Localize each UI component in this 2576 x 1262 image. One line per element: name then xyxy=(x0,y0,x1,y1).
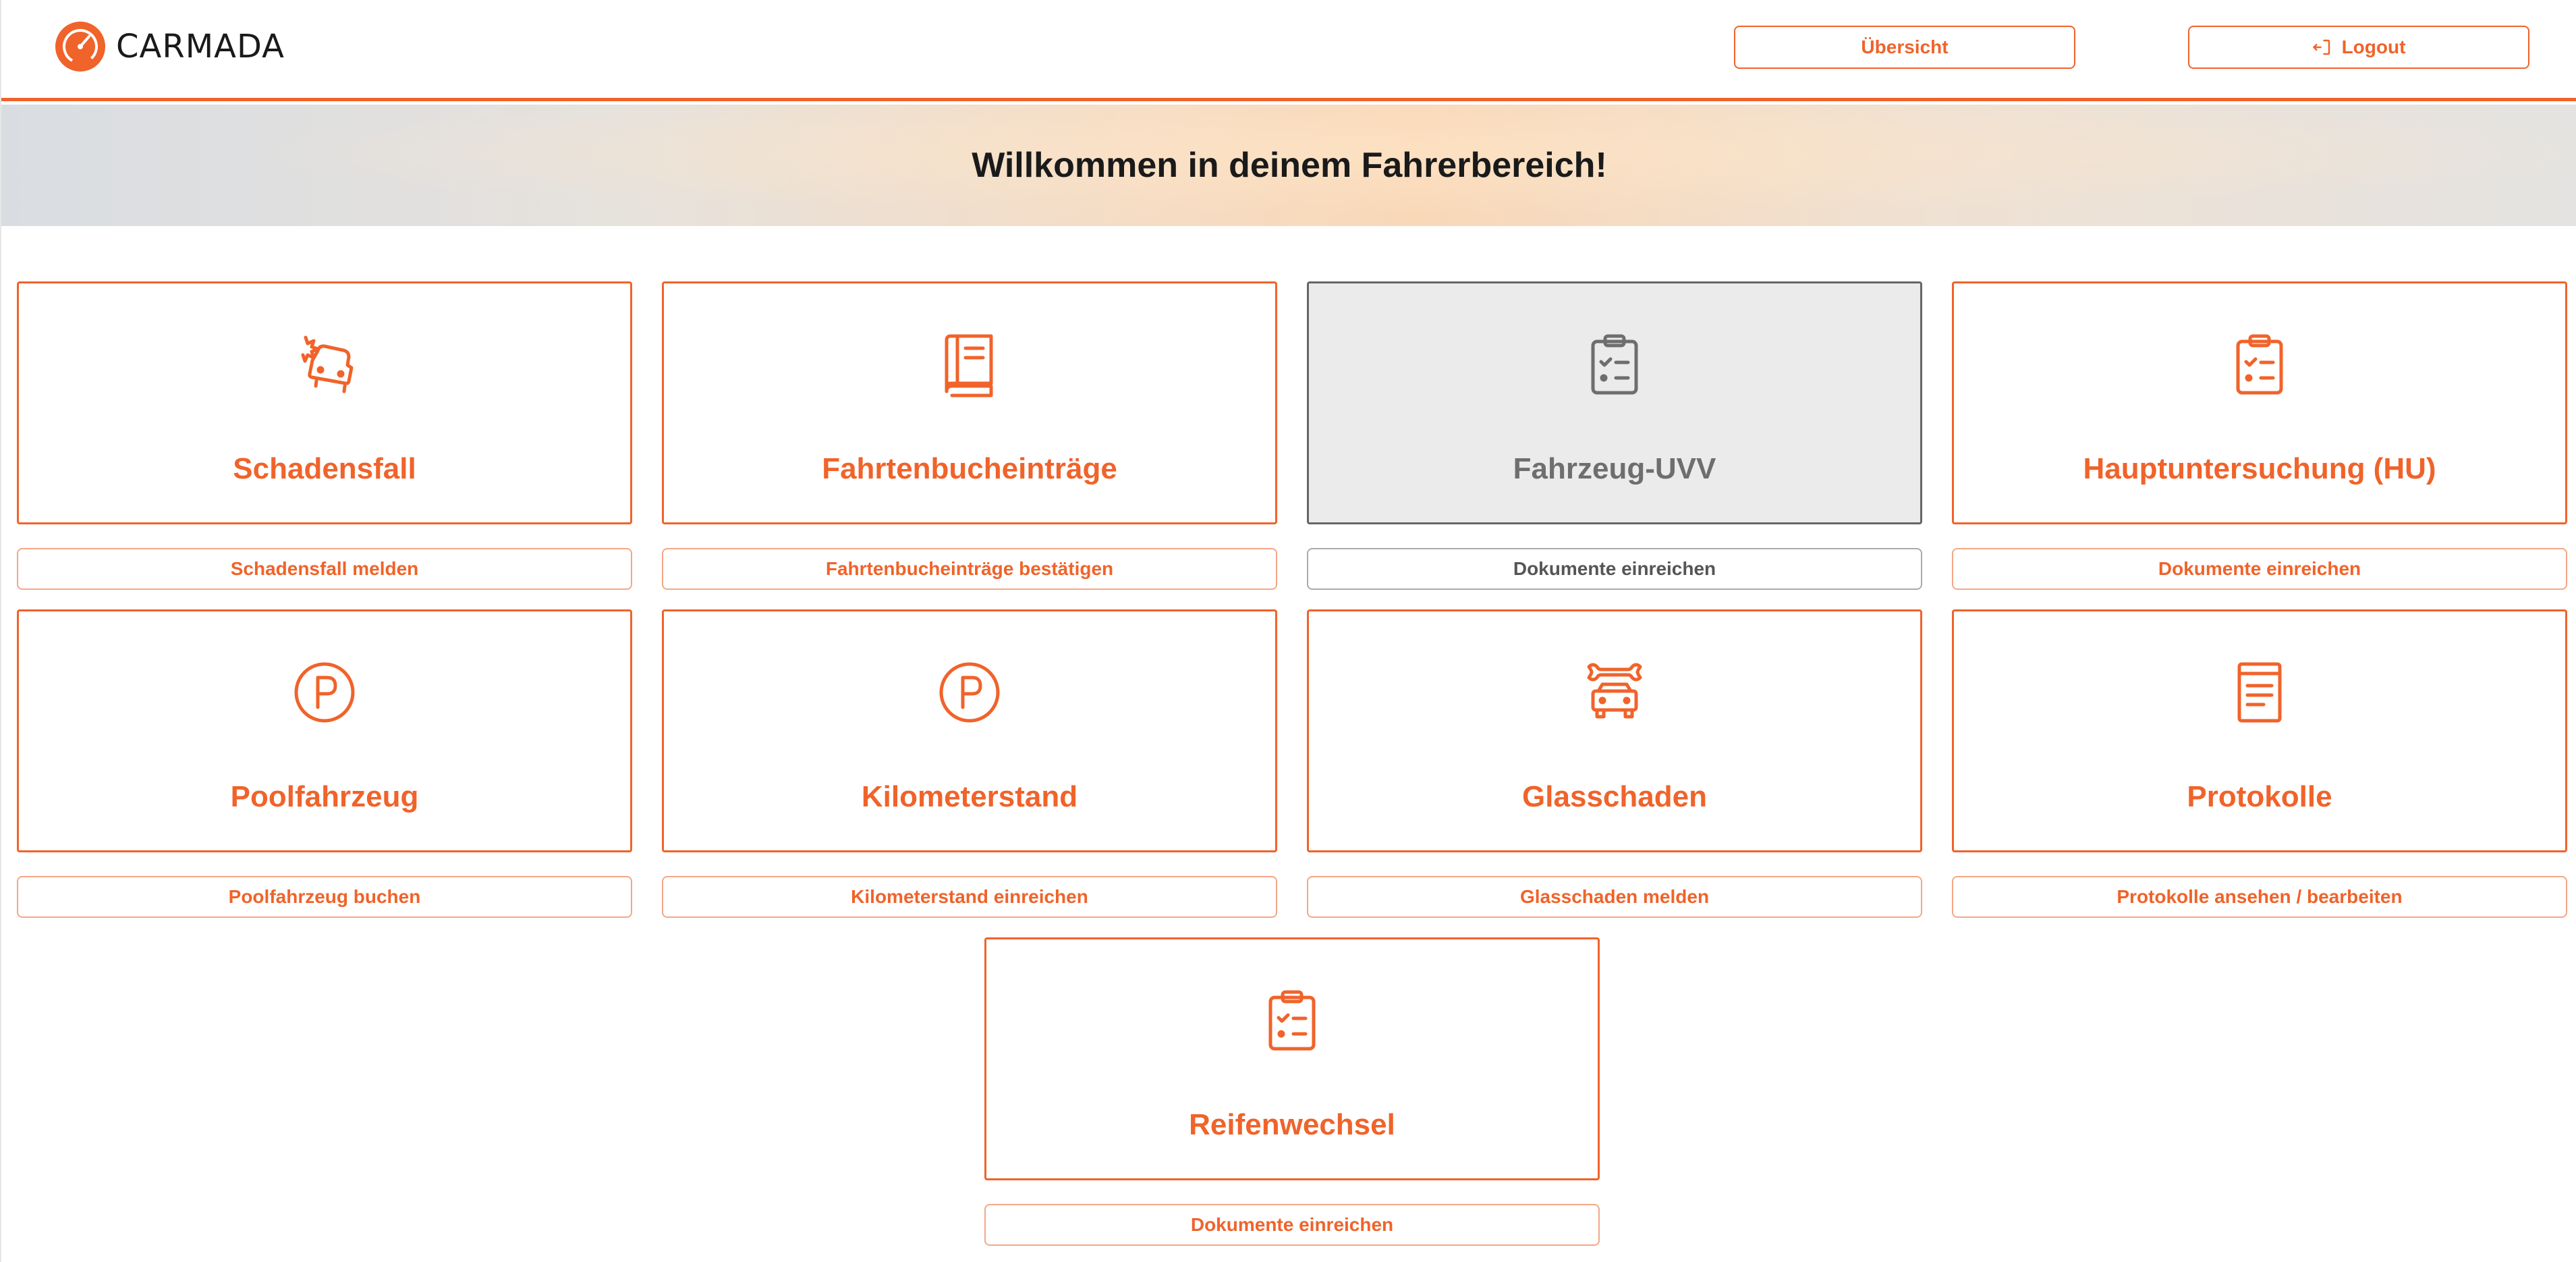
card-title: Poolfahrzeug xyxy=(230,780,419,813)
logout-button[interactable]: Logout xyxy=(2188,26,2529,69)
brand-name: CARMADA xyxy=(116,28,285,65)
card-protokolle[interactable]: Protokolle xyxy=(1952,609,2567,852)
submit-mileage-button[interactable]: Kilometerstand einreichen xyxy=(662,876,1277,918)
card-title: Kilometerstand xyxy=(861,780,1078,813)
submit-documents-tire-change-button[interactable]: Dokumente einreichen xyxy=(984,1204,1600,1246)
card-glasschaden[interactable]: Glasschaden xyxy=(1307,609,1922,852)
document-list-icon xyxy=(2237,662,2282,723)
clipboard-check-icon xyxy=(2236,334,2283,395)
speedometer-logo-icon xyxy=(55,22,105,72)
page-title: Willkommen in deinem Fahrerbereich! xyxy=(972,146,1607,185)
card-kilometerstand[interactable]: Kilometerstand xyxy=(662,609,1277,852)
card-poolfahrzeug[interactable]: Poolfahrzeug xyxy=(17,609,632,852)
card-reifenwechsel[interactable]: Reifenwechsel xyxy=(984,937,1600,1180)
card-schadensfall[interactable]: Schadensfall xyxy=(17,281,632,524)
report-damage-button[interactable]: Schadensfall melden xyxy=(17,548,632,590)
car-crash-icon xyxy=(301,335,354,393)
card-title: Reifenwechsel xyxy=(1189,1108,1395,1141)
confirm-logbook-button[interactable]: Fahrtenbucheinträge bestätigen xyxy=(662,548,1277,590)
clipboard-check-icon xyxy=(1268,990,1316,1051)
parking-icon xyxy=(939,662,1000,723)
card-title: Glasschaden xyxy=(1522,780,1707,813)
card-title: Schadensfall xyxy=(233,452,416,485)
overview-button[interactable]: Übersicht xyxy=(1734,26,2075,69)
book-icon xyxy=(945,334,993,397)
card-fahrtenbuch[interactable]: Fahrtenbucheinträge xyxy=(662,281,1277,524)
submit-documents-uvv-button[interactable]: Dokumente einreichen xyxy=(1307,548,1922,590)
card-fahrzeug-uvv[interactable]: Fahrzeug-UVV xyxy=(1307,281,1922,524)
car-wrench-icon xyxy=(1587,663,1642,719)
parking-icon xyxy=(294,662,355,723)
card-title: Fahrzeug-UVV xyxy=(1513,452,1716,485)
book-pool-vehicle-button[interactable]: Poolfahrzeug buchen xyxy=(17,876,632,918)
driver-dashboard: CARMADA Übersicht Logout Willkommen in d… xyxy=(0,0,2576,1262)
clipboard-check-icon xyxy=(1591,334,1638,395)
logout-button-label: Logout xyxy=(2341,36,2406,57)
view-edit-protocols-button[interactable]: Protokolle ansehen / bearbeiten xyxy=(1952,876,2567,918)
report-glass-damage-button[interactable]: Glasschaden melden xyxy=(1307,876,1922,918)
card-title: Protokolle xyxy=(2187,780,2332,813)
card-title: Fahrtenbucheinträge xyxy=(822,452,1117,485)
submit-documents-hu-button[interactable]: Dokumente einreichen xyxy=(1952,548,2567,590)
top-navigation-bar: CARMADA Übersicht Logout xyxy=(1,0,2576,101)
brand[interactable]: CARMADA xyxy=(55,22,285,72)
overview-button-label: Übersicht xyxy=(1861,36,1949,57)
welcome-banner: Willkommen in deinem Fahrerbereich! xyxy=(1,105,2576,226)
card-title: Hauptuntersuchung (HU) xyxy=(2083,452,2436,485)
logout-icon xyxy=(2312,39,2330,55)
card-hauptuntersuchung[interactable]: Hauptuntersuchung (HU) xyxy=(1952,281,2567,524)
